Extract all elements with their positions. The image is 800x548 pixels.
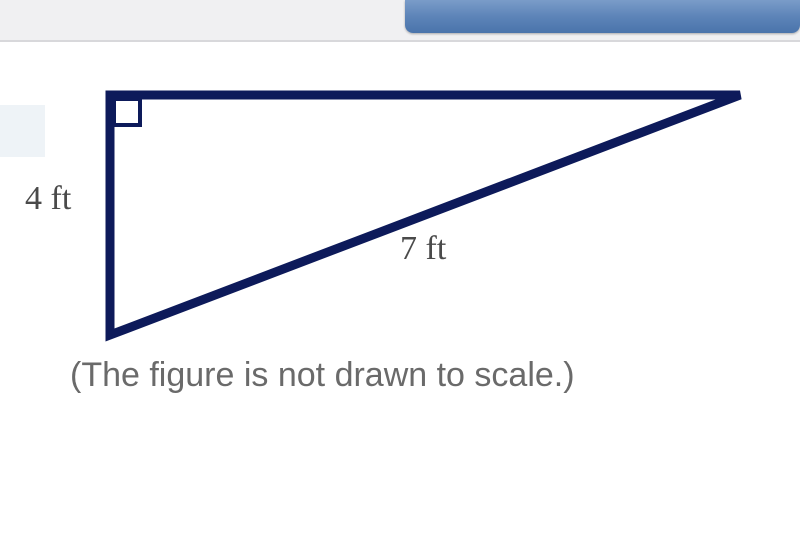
hypotenuse-label: 7 ft xyxy=(400,230,446,268)
right-triangle-figure xyxy=(100,85,760,345)
scale-caption: (The figure is not drawn to scale.) xyxy=(70,356,575,395)
side-a-label: 4 ft xyxy=(25,180,71,218)
left-side-block xyxy=(0,105,45,157)
blue-tab xyxy=(405,0,800,33)
